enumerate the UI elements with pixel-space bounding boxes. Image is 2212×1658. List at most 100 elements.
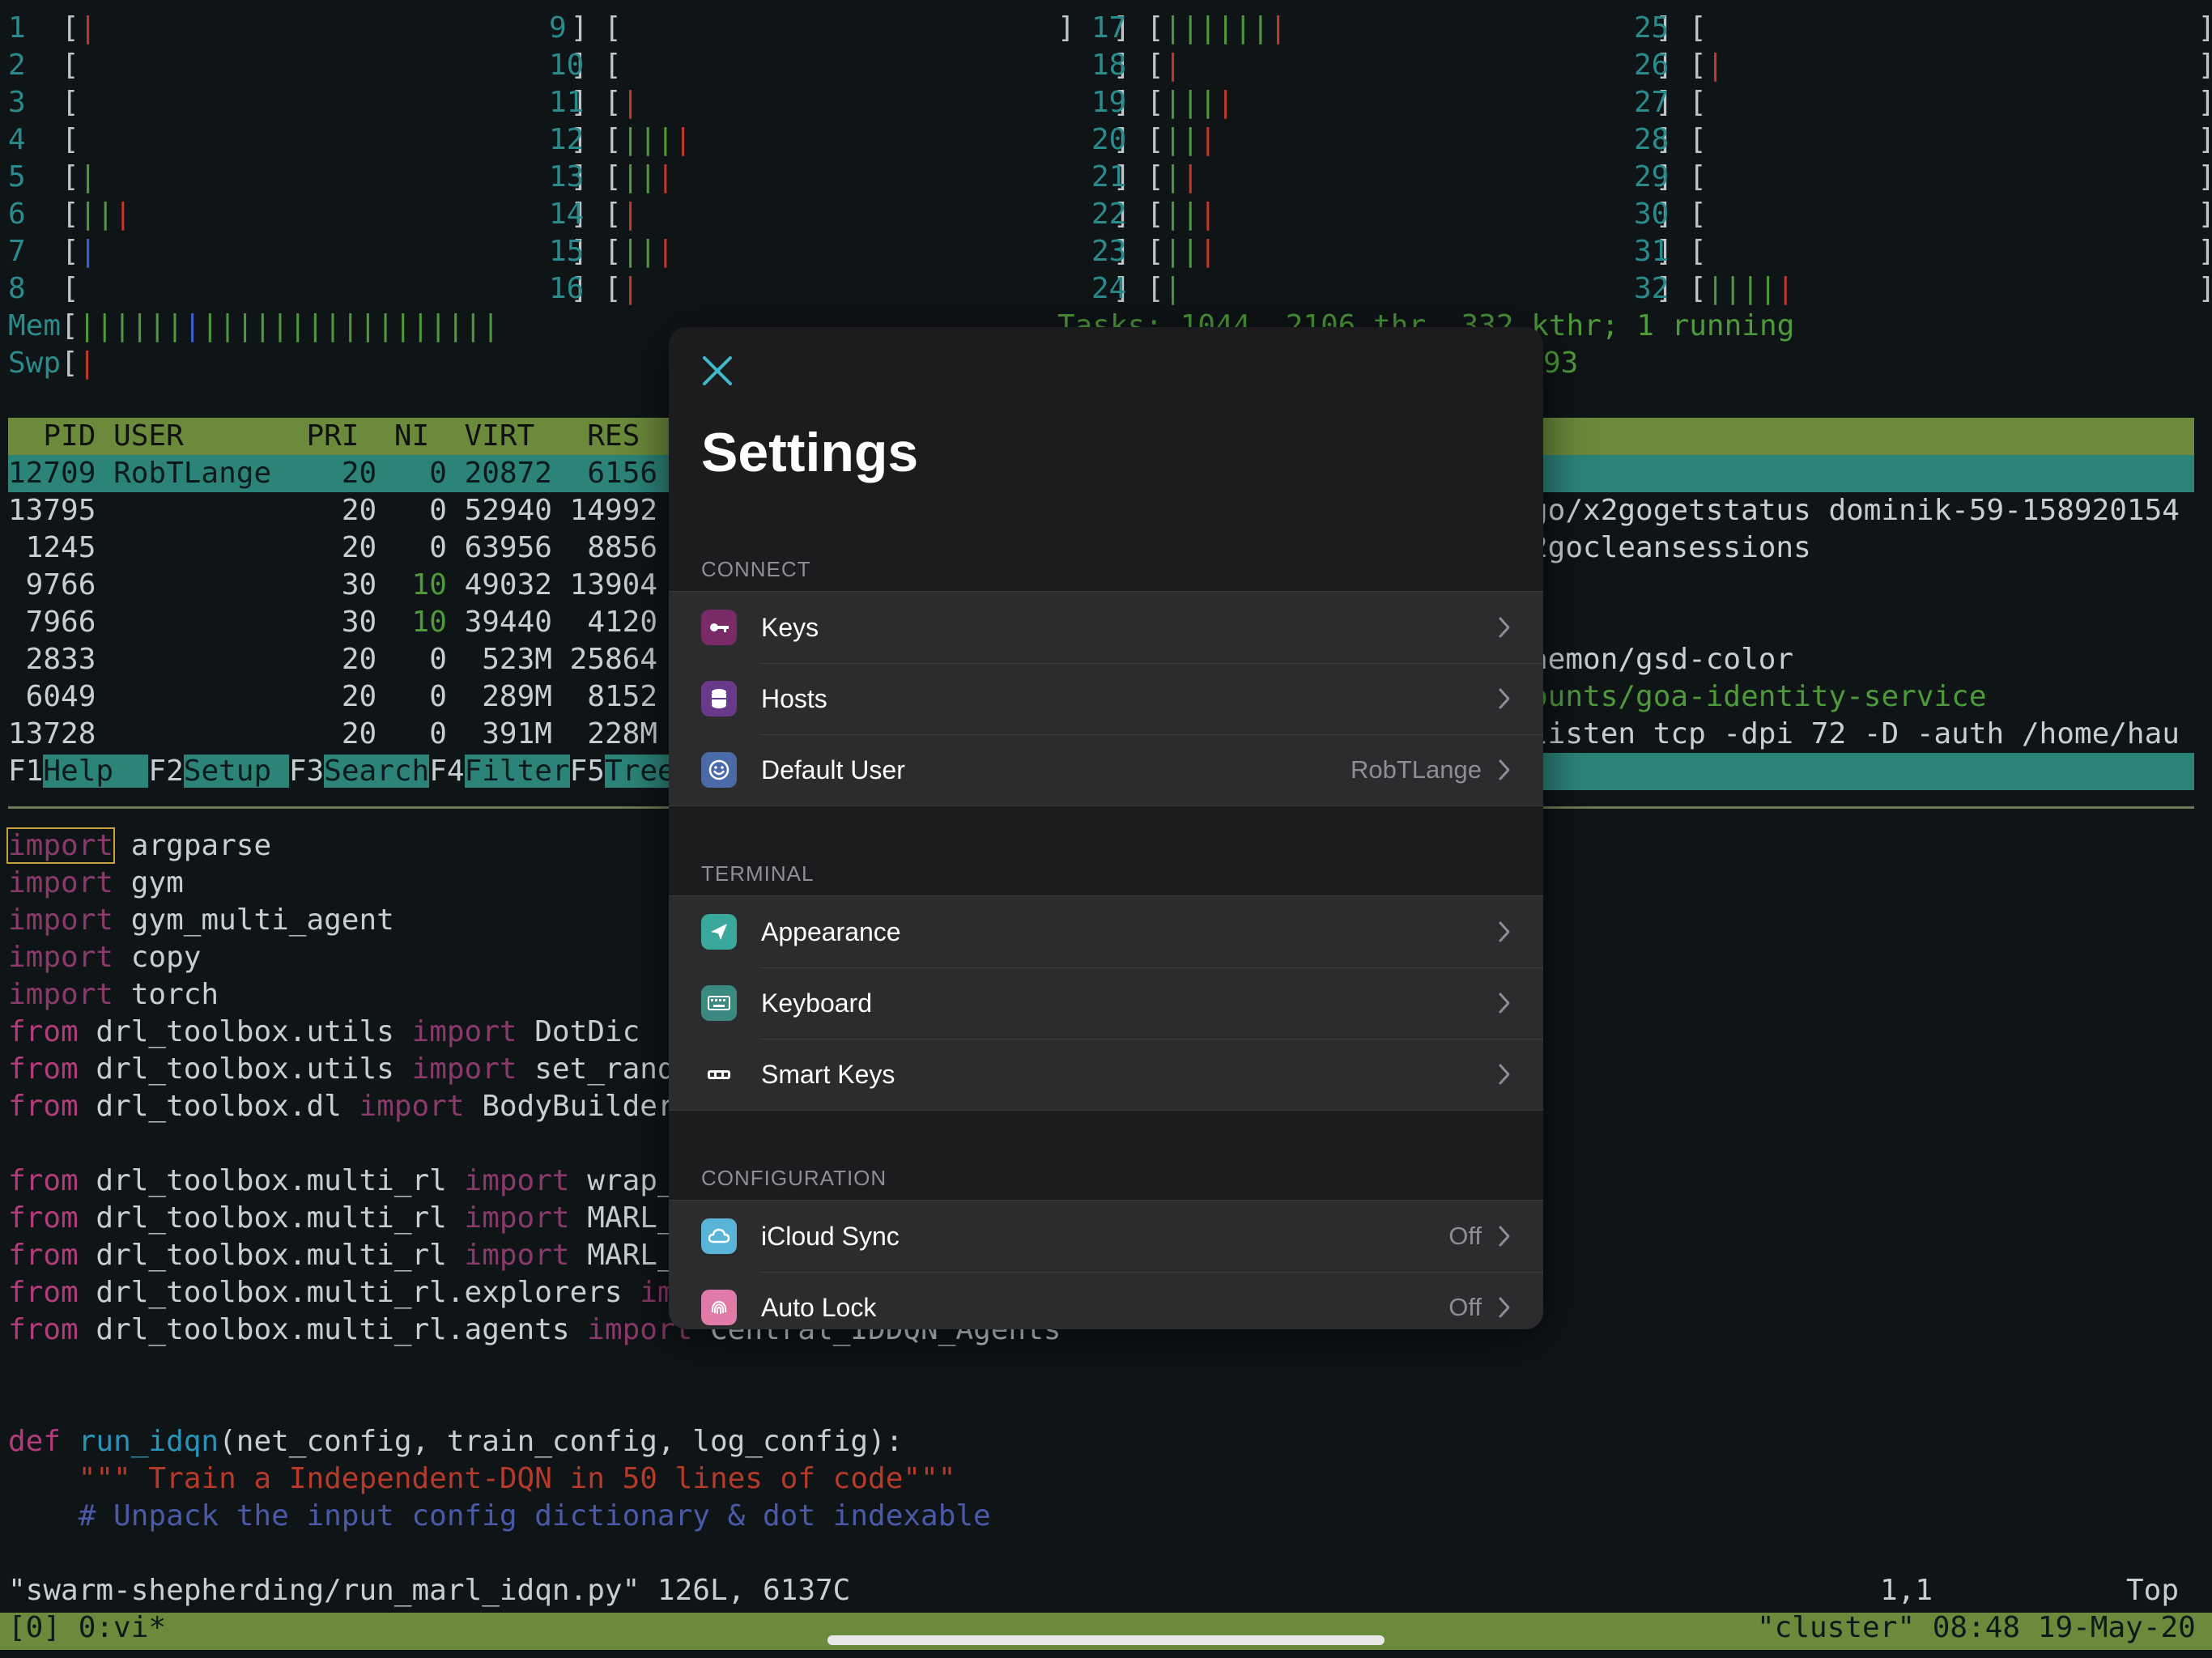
cpu-meter: [| ] <box>1146 272 1674 305</box>
pid: 7966 <box>8 606 96 639</box>
smiley-icon <box>701 752 737 788</box>
cpu-label: 21 <box>1091 160 1127 193</box>
pri: 20 <box>341 457 377 490</box>
virt: 49032 <box>464 568 552 602</box>
function-name: run_idqn <box>78 1425 219 1458</box>
home-indicator[interactable] <box>827 1635 1385 1645</box>
cpu-label: 27 <box>1634 86 1670 119</box>
keyword: from <box>8 1164 79 1197</box>
fkey-label: Setup <box>183 755 289 788</box>
code: BodyBuilder <box>464 1090 675 1123</box>
fkey: F2 <box>148 755 184 788</box>
res: 6156 <box>587 457 658 490</box>
table-row[interactable]: 12709 RobTLange 20 0 20872 6156 3 <box>8 455 710 492</box>
ni: 0 <box>429 457 447 490</box>
fkey-f5[interactable]: F5Tree <box>570 755 675 788</box>
keyword: import <box>411 1015 517 1048</box>
table-row[interactable]: 13728 20 0 391M 228M 30 <box>8 716 710 753</box>
fkey-f1[interactable]: F1Help <box>8 755 149 788</box>
cpu-label: 15 <box>549 235 585 268</box>
res: 8152 <box>587 680 658 713</box>
pid: 12709 <box>8 457 96 490</box>
cpu-meter: [ ] <box>1689 86 2212 119</box>
pri: 20 <box>341 717 377 750</box>
process-command: 2gocleansessions <box>1530 531 1811 564</box>
close-button[interactable] <box>700 353 735 389</box>
settings-row-keyboard[interactable]: Keyboard <box>669 967 1543 1039</box>
table-row[interactable]: 2833 20 0 523M 25864 1 <box>8 641 693 678</box>
keyword: import <box>8 941 114 974</box>
cpu-meter: [ ] <box>1689 11 2212 45</box>
settings-row-hosts[interactable]: Hosts <box>669 663 1543 734</box>
cpu-label: 4 <box>8 123 26 156</box>
section-label-configuration: CONFIGURATION <box>701 1166 887 1190</box>
settings-row-keys[interactable]: Keys <box>669 592 1543 663</box>
cpu-label: 8 <box>8 272 26 305</box>
code: drl_toolbox.multi_rl <box>78 1201 465 1235</box>
keyboard-icon <box>701 985 737 1021</box>
swp-label: Swp <box>8 346 62 380</box>
section-label-terminal: TERMINAL <box>701 861 815 886</box>
fkey: F4 <box>429 755 465 788</box>
ni: 0 <box>429 531 447 564</box>
table-row[interactable]: 7966 30 10 39440 4120 3 <box>8 604 710 641</box>
cpu-label: 20 <box>1091 123 1127 156</box>
cursor-position: 1,1 <box>1880 1574 1933 1607</box>
settings-row-appearance[interactable]: Appearance <box>669 896 1543 967</box>
virt: 289M <box>482 680 552 713</box>
row-label: Hosts <box>761 684 827 713</box>
tmux-window[interactable]: [0] 0:vi* <box>8 1609 166 1647</box>
code-line: from drl_toolbox.multi_rl import MARL_ <box>8 1200 675 1237</box>
settings-row-default-user[interactable]: Default User RobTLange <box>669 734 1543 806</box>
row-value: RobTLange <box>1350 755 1482 784</box>
virt: 39440 <box>464 606 552 639</box>
cpu-meter: [|||| ] <box>604 123 1131 156</box>
table-row[interactable]: 9766 30 10 49032 13904 4 <box>8 567 693 604</box>
fkey-f2[interactable]: F2Setup <box>148 755 289 788</box>
key-icon <box>701 610 737 645</box>
fkey-f3[interactable]: F3Search <box>289 755 430 788</box>
settings-row-smart-keys[interactable]: Smart Keys <box>669 1039 1543 1110</box>
table-row[interactable]: 1245 20 0 63956 8856 2 <box>8 529 710 567</box>
res: 228M <box>587 717 658 750</box>
row-label: Smart Keys <box>761 1060 895 1089</box>
code: MARL_ <box>569 1239 675 1272</box>
row-value: Off <box>1448 1222 1482 1250</box>
chevron-right-icon <box>1499 617 1510 638</box>
keyword: import <box>359 1090 465 1123</box>
pid: 6049 <box>8 680 96 713</box>
code: argparse <box>113 829 272 862</box>
table-row[interactable]: 6049 20 0 289M 8152 7 <box>8 678 710 716</box>
cpu-label: 12 <box>549 123 585 156</box>
table-row[interactable]: 13795 20 0 52940 14992 5 <box>8 492 692 529</box>
settings-row-icloud-sync[interactable]: iCloud Sync Off <box>669 1201 1543 1272</box>
cpu-meter: [| ] <box>604 86 1131 119</box>
code: drl_toolbox.multi_rl <box>78 1239 465 1272</box>
chevron-right-icon <box>1499 921 1510 942</box>
cpu-meter: [||||||| ] <box>1146 11 1674 45</box>
keyword: def <box>8 1425 62 1458</box>
cpu-label: 6 <box>8 198 26 231</box>
keyword: import <box>464 1201 570 1235</box>
keyword: import <box>8 903 114 937</box>
code-line: import argparse <box>6 827 272 865</box>
fkey-label: Search <box>324 755 430 788</box>
code: drl_toolbox.multi_rl <box>78 1164 465 1197</box>
chevron-right-icon <box>1499 1064 1510 1085</box>
cpu-label: 1 <box>8 11 26 45</box>
code-line: import copy <box>8 939 201 976</box>
keyword: import <box>6 827 116 864</box>
cpu-meter: [ ] <box>604 49 1131 82</box>
code: DotDic <box>517 1015 640 1048</box>
fkey-f4[interactable]: F4Filter <box>429 755 570 788</box>
settings-row-auto-lock[interactable]: Auto Lock Off <box>669 1272 1543 1329</box>
res: 8856 <box>587 531 658 564</box>
cpu-label: 17 <box>1091 11 1127 45</box>
code-line: from drl_toolbox.utils import DotDic <box>8 1014 640 1051</box>
cpu-meter: ] <box>1057 11 1075 45</box>
code-comment: # Unpack the input config dictionary & d… <box>8 1499 991 1533</box>
code: drl_toolbox.multi_rl.explorers <box>78 1276 640 1309</box>
cpu-meter: [||| ] <box>1146 235 1674 268</box>
ni: 0 <box>429 643 447 676</box>
cpu-label: 18 <box>1091 49 1127 82</box>
